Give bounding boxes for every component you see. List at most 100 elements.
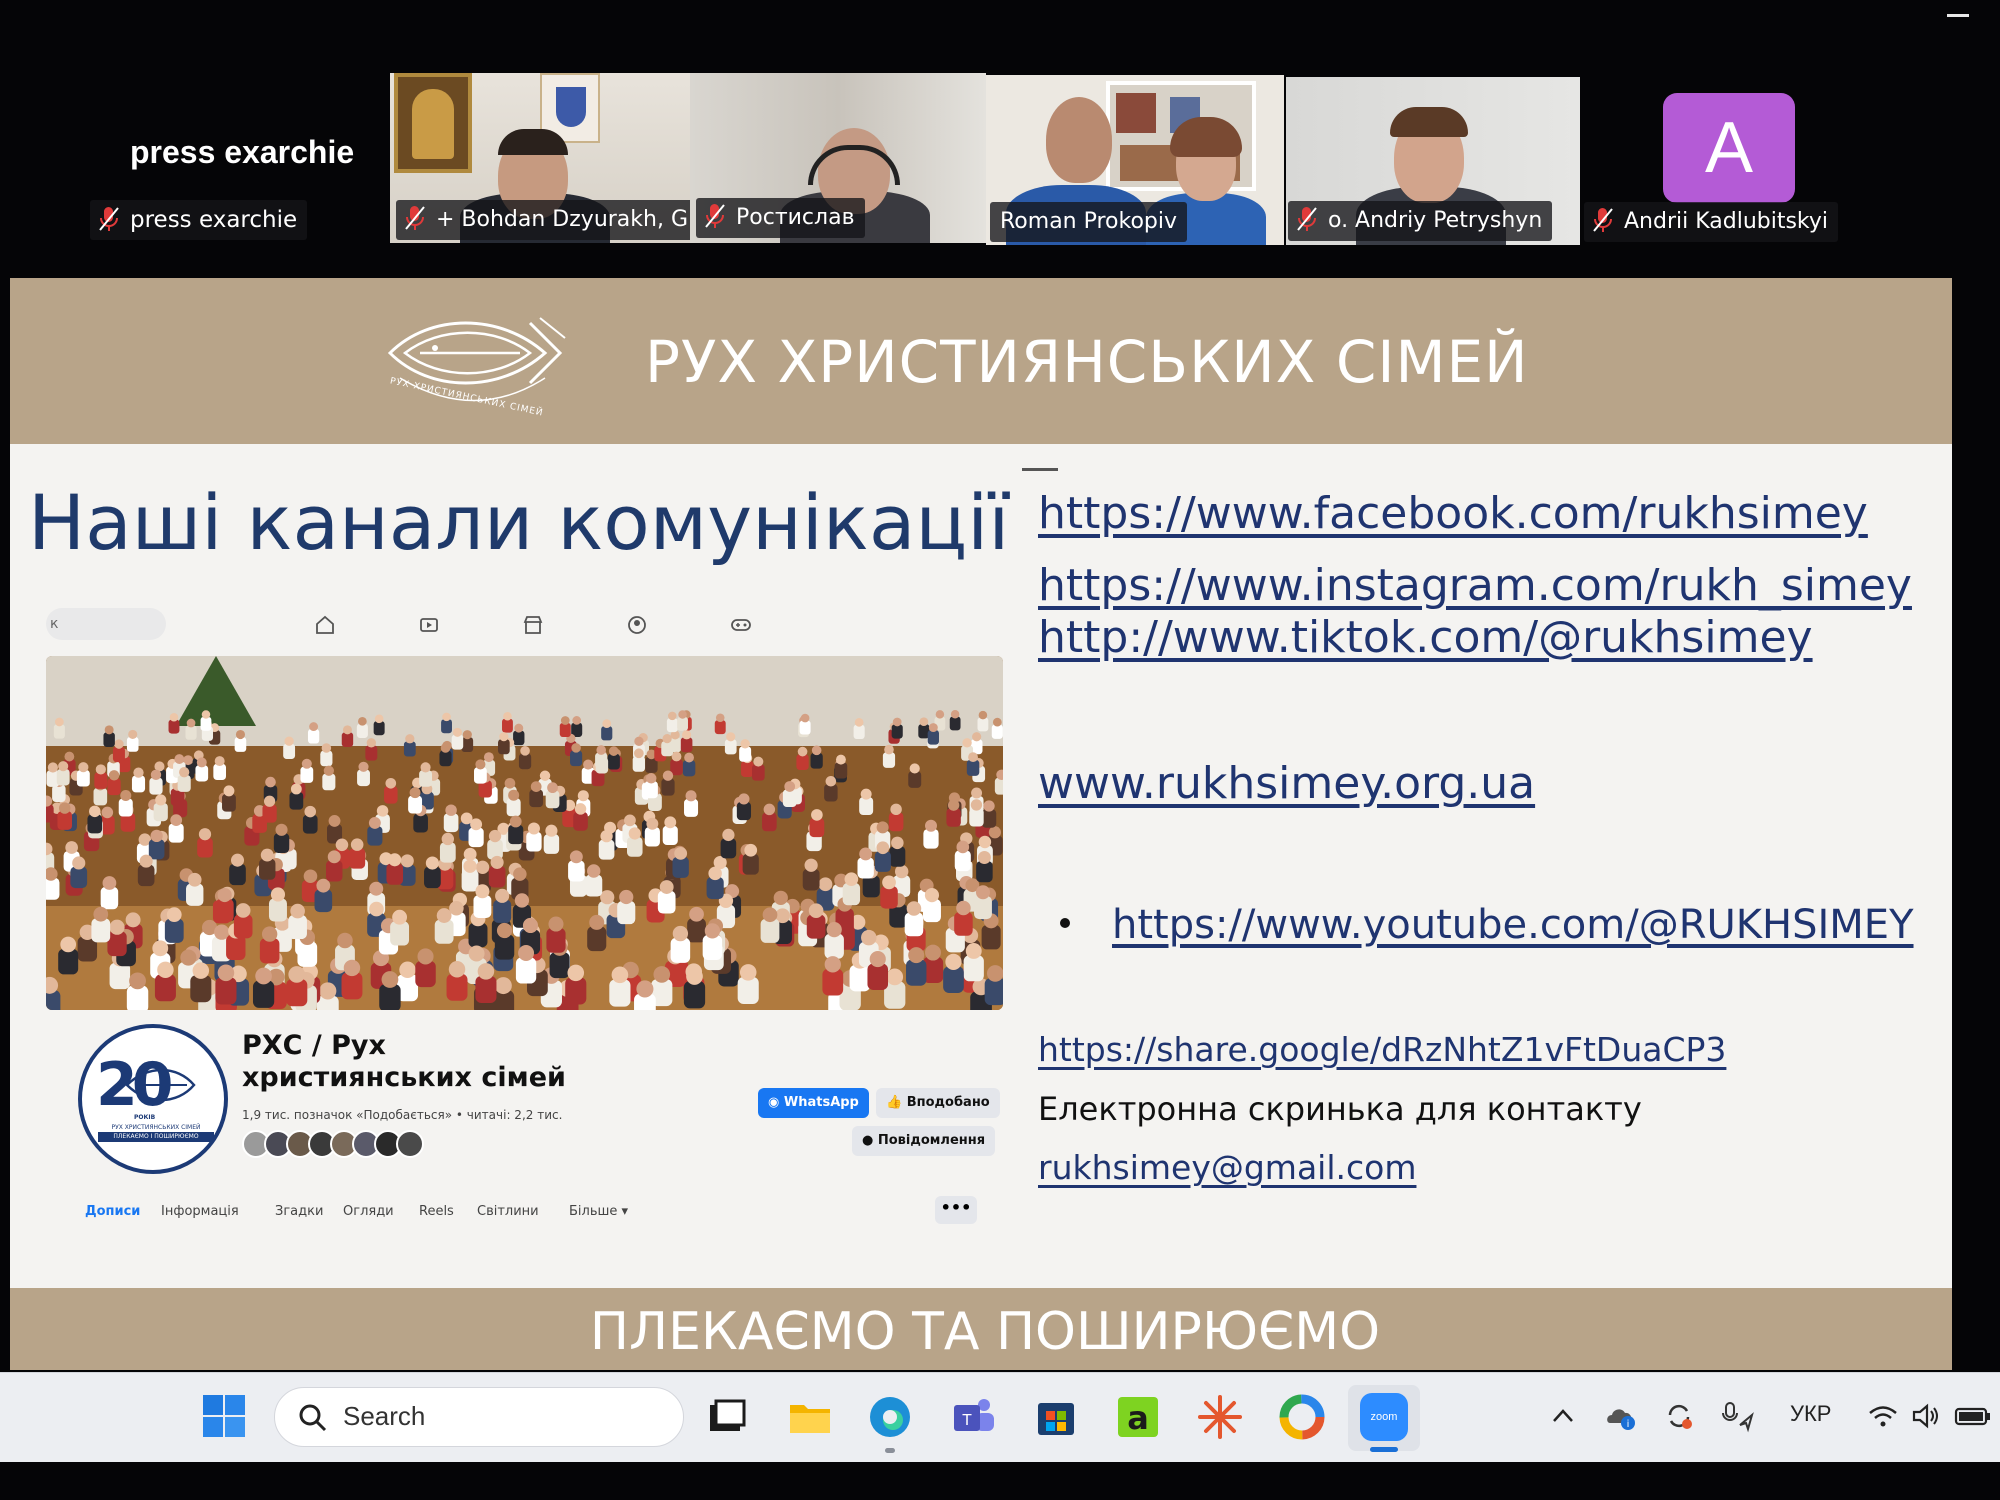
liked-button[interactable]: 👍 Вподобано	[876, 1088, 1000, 1118]
slide-footer-tagline: ПЛЕКАЄМО ТА ПОШИРЮЄМО	[589, 1302, 1381, 1362]
participant-name-tag: o. Andriy Petryshyn	[1288, 201, 1553, 241]
mic-muted-icon	[705, 204, 725, 228]
groups-icon[interactable]	[626, 614, 648, 636]
slide-header-title: РУХ ХРИСТИЯНСЬКИХ СІМЕЙ	[645, 328, 1529, 396]
facebook-page-stats: 1,9 тис. позначок «Подобається» • читачі…	[242, 1108, 563, 1122]
youtube-link[interactable]: https://www.youtube.com/@RUKHSIMEY	[1112, 902, 1914, 948]
participant-name: Andrii Kadlubitskyi	[1624, 209, 1829, 234]
participant-tile-roman-active[interactable]: Roman Prokopiv	[986, 75, 1284, 245]
wifi-icon[interactable]	[1866, 1399, 1900, 1433]
app-starburst-icon[interactable]	[1196, 1393, 1244, 1441]
contact-label: Електронна скринька для контакту	[1038, 1090, 1642, 1128]
teams-icon[interactable]: T	[950, 1393, 998, 1441]
facebook-search-text: к	[50, 616, 59, 632]
home-icon[interactable]	[314, 614, 336, 636]
participant-name-tag: Andrii Kadlubitskyi	[1584, 202, 1839, 242]
facebook-link[interactable]: https://www.facebook.com/rukhsimey	[1038, 488, 1868, 539]
profile-badge-slogan: ПЛЕКАЄМО І ПОШИРЮЄМО	[98, 1132, 214, 1142]
zoom-app-icon: zoom	[1360, 1393, 1408, 1441]
video-icon[interactable]	[418, 614, 440, 636]
google-share-link[interactable]: https://share.google/dRzNhtZ1vFtDuaCP3	[1038, 1030, 1726, 1069]
participant-name: + Bohdan Dzyurakh, G...	[436, 207, 690, 232]
self-name-tag: press exarchie	[90, 200, 308, 240]
list-bullet	[1060, 918, 1070, 928]
self-view-tile[interactable]: press exarchie press exarchie	[90, 120, 370, 250]
more-options-button[interactable]: •••	[935, 1196, 977, 1224]
contact-email-link[interactable]: rukhsimey@gmail.com	[1038, 1148, 1416, 1187]
participant-tile-bohdan[interactable]: + Bohdan Dzyurakh, G...	[390, 73, 690, 243]
windows-taskbar: Search T a zoom i УКР	[0, 1372, 2000, 1462]
tab-photos[interactable]: Світлини	[477, 1204, 539, 1219]
participant-name-tag: + Bohdan Dzyurakh, G...	[396, 200, 690, 240]
tab-more[interactable]: Більше ▾	[569, 1204, 628, 1219]
app-color-ring-icon[interactable]	[1278, 1393, 1326, 1441]
svg-text:a: a	[1127, 1399, 1149, 1437]
icon-painting	[394, 73, 472, 173]
search-icon	[299, 1404, 327, 1432]
tab-mentions[interactable]: Згадки	[275, 1204, 323, 1219]
tab-posts[interactable]: Дописи	[85, 1204, 140, 1219]
self-display-name: press exarchie	[130, 134, 355, 170]
decorative-dash	[1022, 468, 1058, 471]
app-green-icon[interactable]: a	[1114, 1393, 1162, 1441]
tiktok-link[interactable]: http://www.tiktok.com/@rukhsimey	[1038, 612, 1813, 663]
participant-name: Ростислав	[736, 205, 855, 230]
participant-name: o. Andriy Petryshyn	[1328, 208, 1543, 233]
facebook-cover-photo	[46, 656, 1003, 1010]
active-app-indicator	[1370, 1447, 1398, 1452]
mic-muted-icon	[1593, 208, 1613, 232]
tab-info[interactable]: Інформація	[161, 1204, 239, 1219]
mic-muted-icon	[99, 207, 119, 231]
whatsapp-button-label: WhatsApp	[783, 1095, 859, 1110]
search-placeholder: Search	[343, 1401, 426, 1431]
task-view-icon[interactable]	[702, 1393, 750, 1441]
mic-muted-icon	[1297, 207, 1317, 231]
participant-name: Roman Prokopiv	[1000, 209, 1178, 234]
slide-footer: ПЛЕКАЄМО ТА ПОШИРЮЄМО	[10, 1288, 1952, 1370]
avatar: A	[1663, 93, 1795, 203]
monitor-bezel	[0, 1462, 2000, 1500]
participant-name-tag: Roman Prokopiv	[990, 202, 1188, 242]
slide-heading: Наші канали комунікації	[28, 478, 1010, 567]
facebook-nav-bar: к	[46, 606, 996, 646]
whatsapp-button[interactable]: ◉ WhatsApp	[758, 1088, 869, 1118]
mic-muted-icon	[405, 206, 425, 230]
microsoft-store-icon[interactable]	[1032, 1393, 1080, 1441]
avatar	[396, 1130, 424, 1158]
website-link[interactable]: www.rukhsimey.org.ua	[1038, 758, 1535, 809]
self-name-tag-label: press exarchie	[130, 207, 298, 233]
windows-start-icon[interactable]	[203, 1395, 245, 1437]
input-language-indicator[interactable]: УКР	[1790, 1401, 1831, 1427]
taskbar-search-input[interactable]: Search	[274, 1387, 684, 1447]
svg-text:T: T	[962, 1412, 972, 1429]
onedrive-icon[interactable]: i	[1604, 1399, 1638, 1433]
participant-tile-andriy[interactable]: o. Andriy Petryshyn	[1286, 77, 1580, 245]
facebook-search-input[interactable]: к	[46, 608, 166, 640]
group-photo-image	[46, 656, 1003, 1010]
microphone-location-icon[interactable]	[1720, 1399, 1754, 1433]
facebook-page-name: РХС / Рух християнських сімей	[242, 1030, 566, 1093]
participant-tile-rostyslav[interactable]: Ростислав	[690, 73, 986, 243]
profile-badge-label: РОКІВ	[134, 1114, 156, 1121]
message-button[interactable]: ● Повідомлення	[852, 1126, 996, 1156]
edge-browser-icon[interactable]	[866, 1393, 914, 1441]
tab-reels[interactable]: Reels	[419, 1204, 454, 1219]
minimize-icon[interactable]	[1947, 14, 1969, 17]
zoom-app-button[interactable]: zoom	[1348, 1385, 1420, 1451]
svg-text:i: i	[1627, 1419, 1630, 1430]
running-indicator	[885, 1448, 895, 1453]
participant-name-tag: Ростислав	[696, 198, 865, 238]
slide-header: РУХ ХРИСТИЯНСЬКИХ СІМЕЙ РУХ ХРИСТИЯНСЬКИ…	[10, 278, 1952, 444]
chevron-up-icon[interactable]	[1546, 1399, 1580, 1433]
sync-icon[interactable]	[1662, 1399, 1696, 1433]
tab-reviews[interactable]: Огляди	[343, 1204, 394, 1219]
profile-badge-subtitle: РУХ ХРИСТИЯНСЬКИХ СІМЕЙ	[111, 1124, 201, 1131]
instagram-link[interactable]: https://www.instagram.com/rukh_simey	[1038, 560, 1912, 611]
file-explorer-icon[interactable]	[786, 1393, 834, 1441]
marketplace-icon[interactable]	[522, 614, 544, 636]
facebook-profile-picture[interactable]: 20 РОКІВ РУХ ХРИСТИЯНСЬКИХ СІМЕЙ ПЛЕКАЄМ…	[78, 1024, 228, 1174]
volume-icon[interactable]	[1910, 1399, 1944, 1433]
shared-slide: РУХ ХРИСТИЯНСЬКИХ СІМЕЙ РУХ ХРИСТИЯНСЬКИ…	[10, 278, 1952, 1370]
battery-icon[interactable]	[1954, 1399, 1992, 1433]
gaming-icon[interactable]	[730, 614, 752, 636]
